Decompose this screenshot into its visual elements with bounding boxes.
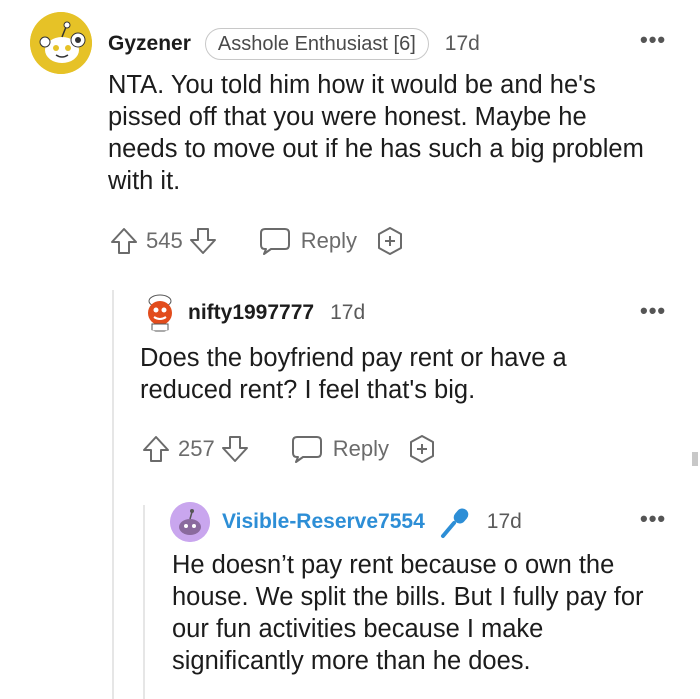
comment-body: NTA. You told him how it would be and he… <box>108 71 644 195</box>
microphone-icon <box>439 505 473 539</box>
downvote-button[interactable] <box>187 225 219 257</box>
avatar[interactable] <box>170 502 210 542</box>
downvote-arrow-icon <box>221 436 248 462</box>
comment-meta: Visible-Reserve7554 17d <box>222 505 522 539</box>
downvote-arrow-icon <box>189 228 216 254</box>
award-plus-icon <box>377 227 402 255</box>
comment-meta: Gyzener Asshole Enthusiast [6] 17d <box>108 28 480 60</box>
username[interactable]: Gyzener <box>108 32 191 56</box>
timestamp: 17d <box>444 32 480 55</box>
thread-line[interactable] <box>143 505 145 699</box>
more-options-icon[interactable]: ••• <box>640 508 666 530</box>
user-flair: Asshole Enthusiast [6] <box>204 28 429 60</box>
comment-body: He doesn’t pay rent because o own the ho… <box>172 551 644 675</box>
snoo-avatar-purple-icon <box>170 502 210 542</box>
more-options-icon[interactable]: ••• <box>640 300 666 322</box>
comment-actions: 257 Reply <box>140 432 437 466</box>
avatar[interactable] <box>30 12 92 74</box>
chat-bubble-icon <box>259 228 290 255</box>
username[interactable]: Visible-Reserve7554 <box>222 510 425 534</box>
vote-count: 545 <box>146 228 183 253</box>
reddit-snoo-avatar-yellow-icon <box>30 12 92 74</box>
upvote-arrow-icon <box>143 436 169 462</box>
upvote-arrow-icon <box>111 228 137 254</box>
username[interactable]: nifty1997777 <box>188 301 314 325</box>
reply-label: Reply <box>300 228 357 253</box>
snoo-avatar-chef-icon <box>148 294 172 332</box>
upvote-button[interactable] <box>108 225 140 257</box>
award-button[interactable] <box>375 226 405 256</box>
downvote-button[interactable] <box>219 433 251 465</box>
award-button[interactable] <box>407 434 437 464</box>
comment-actions: 545 Reply <box>108 224 405 258</box>
reply-label: Reply <box>332 436 389 461</box>
timestamp: 17d <box>486 510 522 533</box>
comment-body: Does the boyfriend pay rent or have a re… <box>140 344 567 404</box>
reply-button[interactable]: Reply <box>259 226 357 256</box>
chat-bubble-icon <box>291 436 322 463</box>
more-options-icon[interactable]: ••• <box>640 29 666 51</box>
reply-button[interactable]: Reply <box>291 434 389 464</box>
scrollbar-thumb[interactable] <box>692 452 698 466</box>
upvote-button[interactable] <box>140 433 172 465</box>
avatar[interactable] <box>140 292 180 332</box>
comment-meta: nifty1997777 17d <box>188 299 365 327</box>
thread-line[interactable] <box>112 290 114 699</box>
timestamp: 17d <box>330 301 366 324</box>
award-plus-icon <box>409 435 434 463</box>
vote-count: 257 <box>178 436 215 461</box>
